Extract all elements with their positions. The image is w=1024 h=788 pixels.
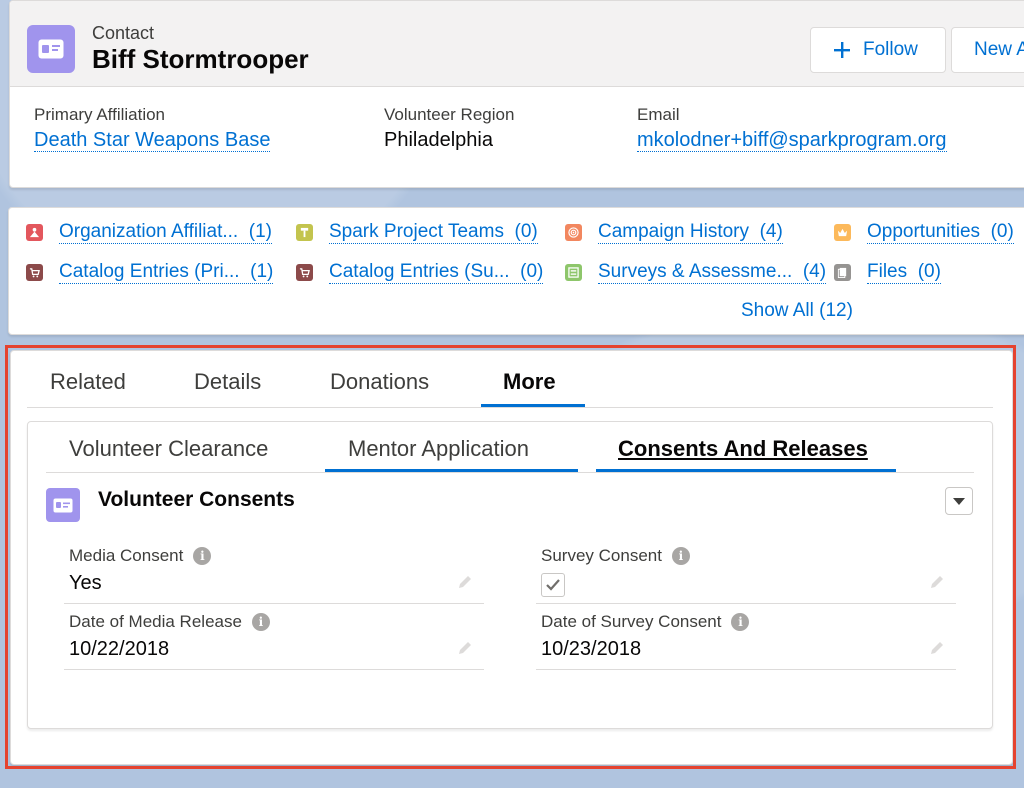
more-tab-content: Volunteer Clearance Mentor Application C…	[27, 421, 993, 729]
related-list-quick-links: Organization Affiliat... (1) Spark Proje…	[8, 207, 1024, 335]
quick-link-files[interactable]: Files (0)	[834, 259, 941, 285]
affiliation-icon	[26, 223, 43, 241]
info-icon[interactable]: i	[671, 547, 690, 565]
survey-consent-checkbox	[541, 573, 565, 597]
survey-consent-date-value: 10/23/2018	[541, 638, 642, 660]
field-divider	[64, 603, 484, 604]
survey-icon	[565, 263, 582, 281]
show-all-link[interactable]: Show All (12)	[741, 300, 853, 322]
quick-link-organization-affiliations[interactable]: Organization Affiliat... (1)	[26, 219, 272, 245]
edit-pencil-icon[interactable]	[456, 573, 474, 591]
catalog-icon	[26, 263, 43, 281]
edit-pencil-icon[interactable]	[928, 573, 946, 591]
record-name: Biff Stormtrooper	[92, 44, 309, 74]
contact-icon	[46, 488, 80, 522]
volunteer-region-value: Philadelphia	[384, 129, 493, 151]
tab-details[interactable]: Details	[194, 369, 261, 407]
files-icon	[834, 263, 851, 281]
quick-link-spark-project-teams[interactable]: Spark Project Teams (0)	[296, 219, 538, 245]
email-link[interactable]: mkolodner+biff@sparkprogram.org	[637, 129, 947, 152]
subtabs-divider	[46, 472, 974, 473]
media-consent-label: Media Consent i	[69, 546, 212, 566]
record-header: Contact Biff Stormtrooper Follow New A P…	[9, 0, 1024, 188]
quick-link-catalog-entries-primary[interactable]: Catalog Entries (Pri... (1)	[26, 259, 274, 285]
quick-link-campaign-history[interactable]: Campaign History (4)	[565, 219, 783, 245]
active-tab-indicator	[481, 404, 585, 407]
tab-related[interactable]: Related	[50, 369, 126, 407]
opportunity-icon	[834, 223, 851, 241]
field-divider	[536, 603, 956, 604]
campaign-icon	[565, 223, 582, 241]
media-release-date-label: Date of Media Release i	[69, 612, 270, 632]
follow-button[interactable]: Follow	[810, 27, 946, 73]
info-icon[interactable]: i	[731, 613, 750, 631]
object-type-label: Contact	[92, 23, 155, 43]
survey-consent-date-label: Date of Survey Consent i	[541, 612, 750, 632]
subtab-volunteer-clearance[interactable]: Volunteer Clearance	[69, 436, 268, 462]
catalog-icon	[296, 263, 313, 281]
field-divider	[64, 669, 484, 670]
info-icon[interactable]: i	[251, 613, 270, 631]
subtab-indicator-consents-and-releases	[596, 469, 896, 472]
primary-affiliation-label: Primary Affiliation	[34, 105, 166, 124]
field-divider	[536, 669, 956, 670]
volunteer-region-label: Volunteer Region	[384, 105, 515, 124]
section-toggle-button[interactable]	[945, 487, 973, 515]
email-label: Email	[637, 105, 680, 124]
subtab-consents-and-releases[interactable]: Consents And Releases	[618, 436, 868, 462]
chevron-down-icon	[953, 497, 965, 505]
info-icon[interactable]: i	[193, 547, 212, 565]
media-release-date-value: 10/22/2018	[69, 638, 170, 660]
survey-consent-label: Survey Consent i	[541, 546, 690, 566]
section-title: Volunteer Consents	[98, 488, 295, 511]
record-header-top: Contact Biff Stormtrooper Follow New A	[10, 1, 1024, 87]
project-team-icon	[296, 223, 313, 241]
checkmark-icon	[546, 579, 560, 591]
subtab-indicator-mentor-application	[325, 469, 578, 472]
follow-button-label: Follow	[863, 39, 918, 60]
tab-donations[interactable]: Donations	[330, 369, 429, 407]
new-button[interactable]: New A	[951, 27, 1024, 73]
media-consent-value: Yes	[69, 572, 102, 594]
edit-pencil-icon[interactable]	[928, 639, 946, 657]
primary-affiliation-link[interactable]: Death Star Weapons Base	[34, 129, 271, 152]
edit-pencil-icon[interactable]	[456, 639, 474, 657]
tabs-divider	[27, 407, 993, 408]
quick-link-catalog-entries-secondary[interactable]: Catalog Entries (Su... (0)	[296, 259, 544, 285]
plus-icon	[833, 37, 851, 63]
quick-link-opportunities[interactable]: Opportunities (0)	[834, 219, 1014, 245]
new-button-label: New A	[974, 39, 1024, 60]
contact-icon	[27, 25, 75, 73]
subtab-mentor-application[interactable]: Mentor Application	[348, 436, 529, 462]
record-tabs-card: Related Details Donations More Volunteer…	[10, 350, 1013, 765]
quick-link-surveys-assessments[interactable]: Surveys & Assessme... (4)	[565, 259, 827, 285]
tab-more[interactable]: More	[503, 369, 556, 407]
